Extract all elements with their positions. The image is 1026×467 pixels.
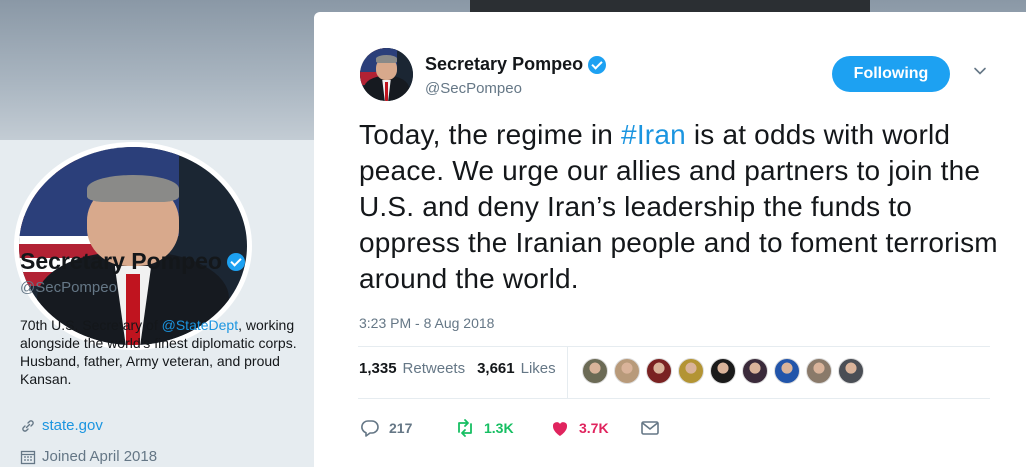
- tweet-modal: Secretary Pompeo @SecPompeo Following To…: [314, 12, 1026, 467]
- liker-avatars: [582, 358, 864, 384]
- calendar-icon: [20, 450, 36, 464]
- tweet-actions: 217 1.3K 3.7K: [359, 417, 661, 439]
- profile-name[interactable]: Secretary Pompeo: [20, 248, 245, 275]
- like-count: 3.7K: [579, 420, 609, 436]
- tweet-timestamp[interactable]: 3:23 PM - 8 Aug 2018: [359, 315, 494, 331]
- heart-icon: [552, 422, 568, 436]
- reply-icon: [361, 420, 379, 437]
- profile-bio: 70th U.S. Secretary of @StateDept, worki…: [20, 316, 310, 388]
- chevron-down-icon[interactable]: [973, 64, 987, 78]
- tweet-text-part: Today, the regime in: [359, 119, 622, 150]
- like-button[interactable]: 3.7K: [549, 417, 639, 439]
- stats-separator: [567, 346, 568, 398]
- retweets-count[interactable]: 1,335: [359, 360, 397, 377]
- link-icon: [22, 419, 34, 432]
- verified-badge-icon: [588, 55, 607, 74]
- liker-avatar[interactable]: [806, 358, 832, 384]
- liker-avatar[interactable]: [838, 358, 864, 384]
- banner-photo-edge: [470, 0, 870, 12]
- liker-avatar[interactable]: [742, 358, 768, 384]
- retweet-button[interactable]: 1.3K: [454, 417, 549, 439]
- tweet-author-name[interactable]: Secretary Pompeo: [425, 54, 607, 75]
- following-button[interactable]: Following: [832, 56, 950, 92]
- liker-avatar[interactable]: [646, 358, 672, 384]
- profile-url-text[interactable]: state.gov: [42, 417, 103, 434]
- hashtag-link[interactable]: #Iran: [621, 119, 686, 150]
- retweet-count: 1.3K: [484, 420, 514, 436]
- envelope-icon: [641, 421, 659, 435]
- liker-avatar[interactable]: [710, 358, 736, 384]
- reply-count: 217: [389, 420, 413, 436]
- tweet-author-handle[interactable]: @SecPompeo: [425, 80, 522, 97]
- profile-handle: @SecPompeo: [20, 279, 117, 296]
- profile-joined: Joined April 2018: [20, 448, 157, 465]
- direct-message-button[interactable]: [639, 417, 661, 439]
- reply-button[interactable]: 217: [359, 417, 454, 439]
- liker-avatar[interactable]: [678, 358, 704, 384]
- liker-avatar[interactable]: [614, 358, 640, 384]
- divider: [358, 346, 990, 347]
- profile-url[interactable]: state.gov: [20, 417, 103, 434]
- profile-name-text: Secretary Pompeo: [20, 248, 222, 274]
- liker-avatar[interactable]: [774, 358, 800, 384]
- tweet-author-name-text: Secretary Pompeo: [425, 54, 584, 74]
- likes-count[interactable]: 3,661: [477, 360, 515, 377]
- liker-avatar[interactable]: [582, 358, 608, 384]
- divider: [358, 398, 990, 399]
- profile-joined-text: Joined April 2018: [42, 448, 158, 465]
- likes-label[interactable]: Likes: [521, 360, 556, 377]
- retweet-icon: [458, 419, 472, 437]
- tweet-stats: 1,335 Retweets 3,661 Likes: [359, 360, 556, 377]
- tweet-author-avatar[interactable]: [360, 48, 413, 101]
- retweets-label[interactable]: Retweets: [403, 360, 466, 377]
- bio-mention-link[interactable]: @StateDept: [162, 317, 238, 333]
- tweet-text: Today, the regime in #Iran is at odds wi…: [359, 117, 999, 297]
- bio-text-prefix: 70th U.S. Secretary of: [20, 317, 162, 333]
- verified-badge-icon: [226, 252, 245, 271]
